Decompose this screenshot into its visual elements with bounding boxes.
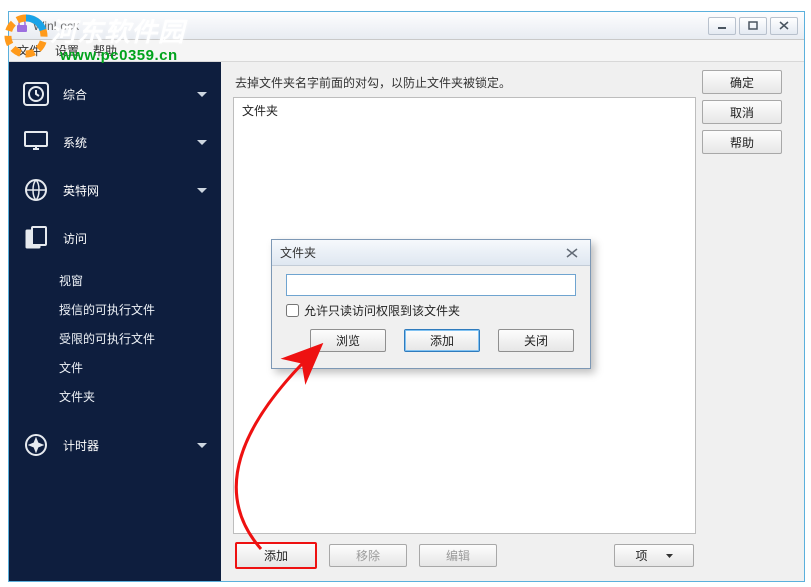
sidebar-cat-access[interactable]: 访问 <box>9 214 221 262</box>
sidebar-sublist: 视窗 授信的可执行文件 受限的可执行文件 文件 文件夹 <box>9 262 221 421</box>
titlebar: WinLock <box>9 12 804 40</box>
readonly-label: 允许只读访问权限到该文件夹 <box>304 302 460 319</box>
item-dropdown[interactable]: 项 <box>614 544 694 567</box>
sidebar-label: 系统 <box>63 134 87 151</box>
dialog-add-button[interactable]: 添加 <box>404 329 480 352</box>
readonly-row: 允许只读访问权限到该文件夹 <box>286 302 576 319</box>
chevron-down-icon <box>197 438 207 452</box>
sidebar-sub-files[interactable]: 文件 <box>9 353 221 382</box>
chevron-down-icon <box>197 183 207 197</box>
sidebar-sub-folders[interactable]: 文件夹 <box>9 382 221 411</box>
help-button[interactable]: 帮助 <box>702 130 782 154</box>
ok-button[interactable]: 确定 <box>702 70 782 94</box>
readonly-checkbox[interactable] <box>286 304 299 317</box>
dialog-titlebar: 文件夹 <box>272 240 590 266</box>
menu-settings[interactable]: 设置 <box>55 42 79 59</box>
list-header: 文件夹 <box>242 102 687 119</box>
edit-button[interactable]: 编辑 <box>419 544 497 567</box>
documents-icon <box>19 224 53 252</box>
menubar: 文件 设置 帮助 <box>9 40 804 62</box>
sidebar-cat-general[interactable]: 综合 <box>9 70 221 118</box>
minimize-button[interactable] <box>708 17 736 35</box>
remove-button[interactable]: 移除 <box>329 544 407 567</box>
dialog-title: 文件夹 <box>280 244 316 261</box>
sidebar: 综合 系统 英特网 访问 视窗 授信的可执行文件 受限的可执行文件 <box>9 62 221 581</box>
chevron-down-icon <box>197 87 207 101</box>
dialog-close-btn[interactable]: 关闭 <box>498 329 574 352</box>
app-icon <box>15 19 29 33</box>
sidebar-sub-restricted[interactable]: 受限的可执行文件 <box>9 324 221 353</box>
dialog-body: 允许只读访问权限到该文件夹 浏览 添加 关闭 <box>272 266 590 360</box>
caret-down-icon <box>666 554 673 558</box>
menu-help[interactable]: 帮助 <box>93 42 117 59</box>
folder-path-input[interactable] <box>286 274 576 296</box>
monitor-icon <box>19 128 53 156</box>
chevron-down-icon <box>197 135 207 149</box>
close-button[interactable] <box>770 17 798 35</box>
browse-button[interactable]: 浏览 <box>310 329 386 352</box>
add-button[interactable]: 添加 <box>235 542 317 569</box>
folder-dialog: 文件夹 允许只读访问权限到该文件夹 浏览 添加 关闭 <box>271 239 591 369</box>
dropdown-label: 项 <box>635 547 647 564</box>
sidebar-cat-timer[interactable]: 计时器 <box>9 421 221 469</box>
sidebar-cat-system[interactable]: 系统 <box>9 118 221 166</box>
sidebar-label: 访问 <box>63 230 87 247</box>
action-bar: 添加 移除 编辑 项 <box>233 534 696 571</box>
sidebar-label: 计时器 <box>63 437 99 454</box>
maximize-button[interactable] <box>739 17 767 35</box>
menu-file[interactable]: 文件 <box>17 42 41 59</box>
globe-icon <box>19 176 53 204</box>
sidebar-sub-trusted[interactable]: 授信的可执行文件 <box>9 295 221 324</box>
right-panel: 确定 取消 帮助 <box>702 70 792 571</box>
hint-text: 去掉文件夹名字前面的对勾，以防止文件夹被锁定。 <box>235 74 696 91</box>
sidebar-cat-internet[interactable]: 英特网 <box>9 166 221 214</box>
cancel-button[interactable]: 取消 <box>702 100 782 124</box>
dialog-buttons: 浏览 添加 关闭 <box>286 329 576 352</box>
sidebar-label: 英特网 <box>63 182 99 199</box>
clock-icon <box>19 80 53 108</box>
compass-icon <box>19 431 53 459</box>
dialog-close-button[interactable] <box>562 246 582 260</box>
sidebar-label: 综合 <box>63 86 87 103</box>
window-title: WinLock <box>33 19 705 33</box>
sidebar-sub-windows[interactable]: 视窗 <box>9 266 221 295</box>
